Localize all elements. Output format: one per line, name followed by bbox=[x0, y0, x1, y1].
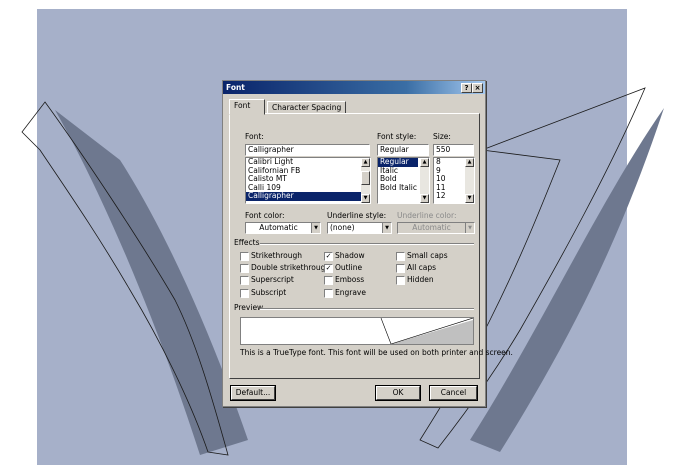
emboss-checkbox[interactable] bbox=[324, 276, 333, 285]
emboss-label[interactable]: Emboss bbox=[335, 275, 364, 284]
chevron-down-icon: ▼ bbox=[465, 223, 474, 233]
chevron-down-icon[interactable]: ▼ bbox=[311, 223, 320, 233]
scroll-up-arrow-icon[interactable]: ▲ bbox=[361, 158, 370, 167]
scroll-thumb[interactable] bbox=[361, 171, 370, 185]
hidden-label[interactable]: Hidden bbox=[407, 275, 434, 284]
subscript-label[interactable]: Subscript bbox=[251, 288, 286, 297]
shadow-checkbox[interactable]: ✓ bbox=[324, 252, 333, 261]
help-button[interactable]: ? bbox=[461, 83, 472, 93]
tab-font[interactable]: Font bbox=[229, 99, 265, 115]
close-button[interactable]: × bbox=[472, 83, 483, 93]
underline-color-value: Automatic bbox=[412, 223, 451, 232]
effects-group-label: Effects bbox=[234, 238, 260, 247]
strikethrough-label[interactable]: Strikethrough bbox=[251, 251, 302, 260]
font-color-value: Automatic bbox=[259, 223, 298, 232]
engrave-checkbox[interactable] bbox=[324, 289, 333, 298]
font-style-list[interactable]: Regular Italic Bold Bold Italic ▲ ▼ bbox=[377, 157, 430, 204]
scroll-down-arrow-icon[interactable]: ▼ bbox=[420, 194, 429, 203]
font-color-dropdown[interactable]: Automatic ▼ bbox=[245, 222, 321, 234]
superscript-checkbox[interactable] bbox=[240, 276, 249, 285]
preview-group-label: Preview bbox=[234, 303, 264, 312]
font-color-label: Font color: bbox=[245, 211, 285, 220]
font-style-input[interactable]: Regular bbox=[377, 144, 429, 156]
cancel-button[interactable]: Cancel bbox=[430, 386, 477, 400]
font-list-item-selected[interactable]: Calligrapher bbox=[246, 191, 361, 201]
font-list-scrollbar[interactable]: ▲ ▼ bbox=[361, 158, 370, 203]
double-strikethrough-checkbox[interactable] bbox=[240, 264, 249, 273]
scroll-up-arrow-icon[interactable]: ▲ bbox=[465, 158, 474, 167]
scroll-down-arrow-icon[interactable]: ▼ bbox=[361, 194, 370, 203]
small-caps-checkbox[interactable] bbox=[396, 252, 405, 261]
hidden-checkbox[interactable] bbox=[396, 276, 405, 285]
font-size-list[interactable]: 8 9 10 11 12 ▲ ▼ bbox=[433, 157, 475, 204]
outline-checkbox[interactable]: ✓ bbox=[324, 264, 333, 273]
outline-label[interactable]: Outline bbox=[335, 263, 362, 272]
font-tab-panel: Font: Calligrapher Calibri Light Califor… bbox=[229, 113, 513, 379]
all-caps-checkbox[interactable] bbox=[396, 264, 405, 273]
font-list[interactable]: Calibri Light Californian FB Calisto MT … bbox=[245, 157, 371, 204]
font-dialog: Font ? × Font Character Spacing Font: Ca… bbox=[222, 80, 513, 407]
default-button[interactable]: Default... bbox=[231, 386, 275, 400]
ok-button[interactable]: OK bbox=[376, 386, 420, 400]
strikethrough-checkbox[interactable] bbox=[240, 252, 249, 261]
preview-glyph bbox=[380, 318, 473, 344]
dialog-title: Font bbox=[226, 83, 245, 92]
underline-color-label: Underline color: bbox=[397, 211, 457, 220]
size-label: Size: bbox=[433, 132, 451, 141]
shadow-label[interactable]: Shadow bbox=[335, 251, 365, 260]
style-list-scrollbar[interactable]: ▲ ▼ bbox=[420, 158, 429, 203]
superscript-label[interactable]: Superscript bbox=[251, 275, 294, 284]
left-stroke-shadow bbox=[55, 110, 248, 455]
right-stroke-shadow bbox=[470, 108, 664, 452]
preview-note: This is a TrueType font. This font will … bbox=[240, 348, 513, 357]
underline-color-dropdown: Automatic ▼ bbox=[397, 222, 475, 234]
scroll-down-arrow-icon[interactable]: ▼ bbox=[465, 194, 474, 203]
underline-style-dropdown[interactable]: (none) ▼ bbox=[327, 222, 392, 234]
preview-box bbox=[240, 317, 474, 345]
double-strikethrough-label[interactable]: Double strikethrough bbox=[251, 263, 330, 272]
chevron-down-icon[interactable]: ▼ bbox=[382, 223, 391, 233]
engrave-label[interactable]: Engrave bbox=[335, 288, 366, 297]
dialog-titlebar: Font ? × bbox=[223, 81, 485, 94]
size-list-scrollbar[interactable]: ▲ ▼ bbox=[465, 158, 474, 203]
subscript-checkbox[interactable] bbox=[240, 289, 249, 298]
font-style-label: Font style: bbox=[377, 132, 417, 141]
font-label: Font: bbox=[245, 132, 264, 141]
underline-style-label: Underline style: bbox=[327, 211, 387, 220]
font-name-input[interactable]: Calligrapher bbox=[245, 144, 370, 156]
effects-divider bbox=[260, 243, 474, 245]
all-caps-label[interactable]: All caps bbox=[407, 263, 436, 272]
underline-style-value: (none) bbox=[330, 223, 355, 232]
scroll-up-arrow-icon[interactable]: ▲ bbox=[420, 158, 429, 167]
font-size-input[interactable]: 550 bbox=[433, 144, 474, 156]
preview-divider bbox=[260, 308, 474, 310]
small-caps-label[interactable]: Small caps bbox=[407, 251, 448, 260]
